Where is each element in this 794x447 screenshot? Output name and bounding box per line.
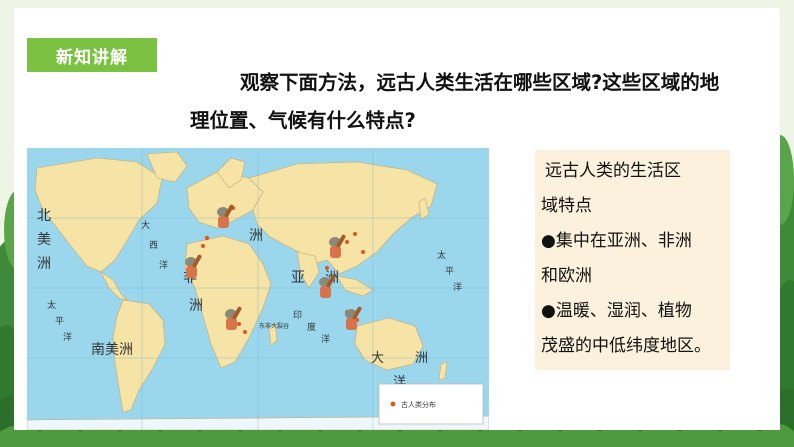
site-dot: [237, 322, 241, 326]
info-line-1: 远古人类的生活区: [545, 161, 681, 181]
info-box: 远古人类的生活区 域特点 ●集中在亚洲、非洲 和欧洲 ●温暖、湿润、植物 茂盛的…: [535, 150, 730, 370]
label-ocean-1: 大: [141, 219, 150, 231]
legend-label: 古人类分布: [401, 400, 436, 409]
label-oceania-1: 大: [371, 351, 384, 366]
label-europe: 洲: [249, 228, 263, 244]
label-ocean-3: 洋: [159, 259, 168, 271]
label-ocean-12: 洋: [63, 331, 72, 343]
label-ocean-5: 度: [307, 321, 316, 333]
label-ocean-10: 太: [47, 299, 56, 311]
site-dot: [345, 240, 349, 244]
legend-dot: [390, 401, 396, 407]
label-ocean-6: 洋: [321, 333, 330, 345]
site-dot: [325, 266, 329, 270]
top-border: [14, 8, 780, 16]
section-badge: 新知讲解: [27, 38, 157, 72]
label-south-america: 南美洲: [91, 342, 133, 358]
question-text: 观察下面方法，远古人类生活在哪些区域?这些区域的地 理位置、气候有什么特点?: [190, 64, 765, 140]
label-oceania-3: 洲: [415, 351, 428, 366]
label-north-america-3: 洲: [37, 256, 51, 272]
question-line-1: 观察下面方法，远古人类生活在哪些区域?这些区域的地: [240, 71, 720, 94]
label-africa-2: 洲: [189, 298, 203, 314]
info-line-3: ●集中在亚洲、非洲: [541, 231, 692, 251]
label-ocean-9: 洋: [453, 281, 462, 293]
site-dot: [361, 250, 365, 254]
label-north-america-1: 北: [37, 208, 51, 224]
info-line-6: 茂盛的中低纬度地区。: [541, 336, 711, 356]
site-dot: [204, 235, 210, 241]
label-site: 东非大裂谷: [259, 322, 289, 330]
info-line-5: ●温暖、湿润、植物: [541, 301, 692, 321]
label-ocean-2: 西: [149, 240, 158, 251]
label-ocean-7: 太: [437, 249, 446, 261]
question-line-2: 理位置、气候有什么特点?: [190, 109, 416, 132]
site-dot: [353, 232, 357, 236]
info-line-4: 和欧洲: [541, 266, 592, 286]
info-line-2: 域特点: [541, 196, 592, 216]
label-ocean-4: 印: [293, 309, 302, 321]
label-ocean-11: 平: [55, 316, 64, 327]
site-dot: [243, 330, 247, 334]
label-asia: 亚: [291, 270, 305, 286]
world-map: 北 美 洲 南美洲 洲 亚 洲 非 洲 大 洋 洲 大 西 洋 印 度 洋 太 …: [27, 148, 489, 430]
label-ocean-8: 平: [445, 266, 454, 277]
site-dot: [201, 244, 205, 248]
label-north-america-2: 美: [37, 232, 51, 248]
map-legend: 古人类分布: [378, 383, 484, 425]
